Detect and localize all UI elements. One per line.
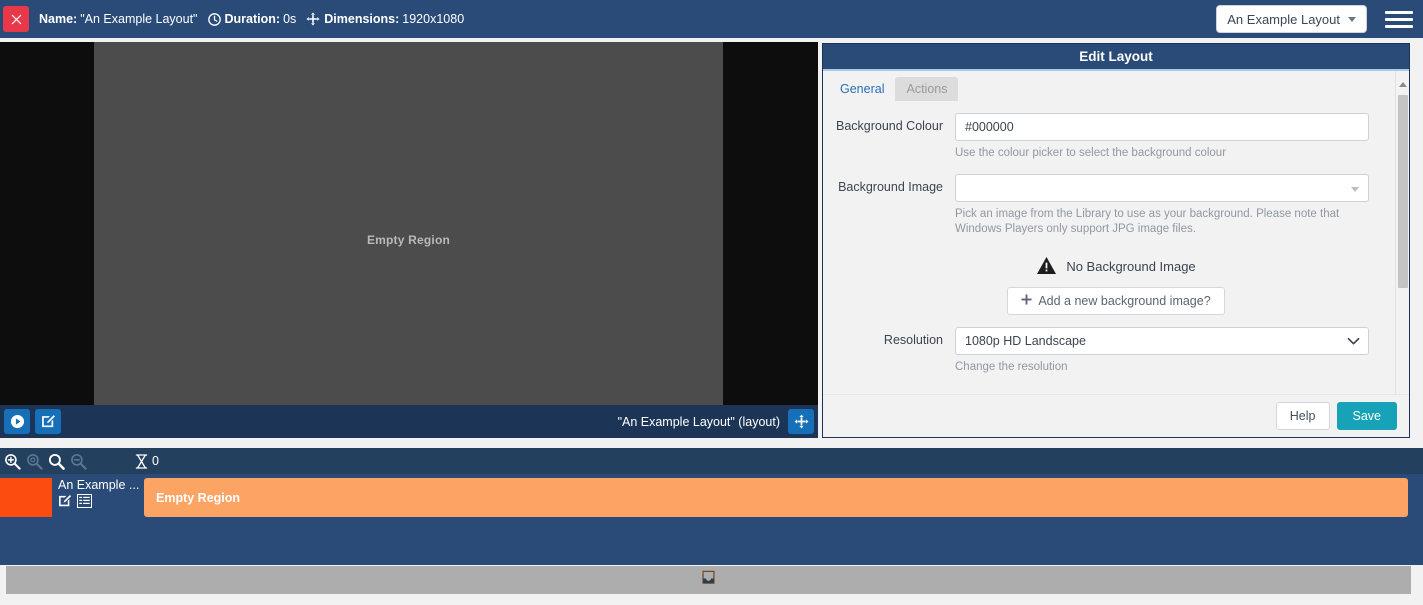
play-circle-icon[interactable] <box>4 409 30 434</box>
edit-layout-panel-body: General Actions Background Colour #00000… <box>823 71 1409 411</box>
edit-layout-tabs: General Actions <box>823 71 1409 101</box>
zoom-in-disabled-icon[interactable] <box>26 453 43 470</box>
resolution-help: Change the resolution <box>955 360 1068 373</box>
header-dimensions-value: 1920x1080 <box>402 12 465 26</box>
no-background-image-line: No Background Image <box>823 256 1409 278</box>
edit-panel-scrollbar[interactable] <box>1395 71 1409 411</box>
timeline-row-meta: An Example ... <box>58 478 142 508</box>
preview-layout-name: "An Example Layout" (layout) <box>617 414 780 429</box>
zoom-in-icon[interactable] <box>4 453 21 470</box>
background-image-select[interactable] <box>955 173 1369 202</box>
close-icon[interactable] <box>3 6 29 32</box>
hamburger-menu-icon[interactable] <box>1385 10 1413 28</box>
inbox-collapse-icon[interactable] <box>701 570 716 590</box>
background-image-label: Background Image <box>838 179 943 194</box>
edit-layout-panel: Edit Layout General Actions Background C… <box>822 43 1410 438</box>
timeline-colour-swatch <box>0 478 52 517</box>
warning-triangle-icon <box>1036 256 1057 278</box>
help-button[interactable]: Help <box>1275 402 1330 430</box>
edit-pencil-icon[interactable] <box>58 494 72 508</box>
tab-actions[interactable]: Actions <box>895 77 959 101</box>
timeline-row-icons <box>58 494 142 508</box>
add-background-image-label: Add a new background image? <box>1038 293 1211 308</box>
hourglass-icon <box>135 453 148 469</box>
edit-panel-footer: Help Save <box>823 394 1409 437</box>
edit-pencil-icon[interactable] <box>35 409 61 434</box>
header-duration-label: Duration: <box>224 12 281 26</box>
header-dimensions-group: Dimensions: 1920x1080 <box>306 12 464 26</box>
timeline-panel: 0 An Example ... Empty Region <box>0 448 1423 565</box>
header-name-group: Name: "An Example Layout" <box>39 12 198 26</box>
resolution-label: Resolution <box>883 332 943 347</box>
edit-layout-panel-title: Edit Layout <box>823 44 1409 71</box>
add-background-image-button[interactable]: Add a new background image? <box>1007 286 1225 315</box>
timeline-zoom-controls <box>4 453 87 470</box>
background-image-field-wrap: Pick an image from the Library to use as… <box>955 173 1369 238</box>
background-colour-field-wrap: #000000 Use the colour picker to select … <box>955 113 1369 162</box>
preview-empty-region[interactable]: Empty Region <box>94 42 723 438</box>
plus-icon <box>1021 294 1032 308</box>
scrollbar-thumb[interactable] <box>1398 95 1408 288</box>
header-name-value: "An Example Layout" <box>80 12 198 26</box>
search-icon[interactable] <box>48 453 65 470</box>
chevron-down-icon <box>1351 186 1359 192</box>
tab-general[interactable]: General <box>829 77 895 101</box>
header-duration-value: 0s <box>283 12 297 26</box>
resolution-field-wrap: 1080p HD Landscape Change the resolution <box>955 326 1369 376</box>
timeline-row-name: An Example ... <box>58 478 140 492</box>
background-colour-input[interactable]: #000000 <box>955 113 1369 141</box>
background-colour-row: Background Colour #000000 Use the colour… <box>823 113 1409 162</box>
layout-dropdown-button[interactable]: An Example Layout <box>1216 5 1367 33</box>
header-right-controls: An Example Layout <box>1216 5 1423 33</box>
list-icon[interactable] <box>77 494 92 508</box>
header-duration-group: Duration: 0s <box>207 12 297 26</box>
resolution-select[interactable]: 1080p HD Landscape <box>955 326 1369 355</box>
timeline-region-label: Empty Region <box>156 490 241 505</box>
scroll-up-arrow-icon[interactable] <box>1399 82 1407 87</box>
top-header-bar: Name: "An Example Layout" Duration: 0s D… <box>0 0 1423 38</box>
timeline-row: An Example ... Empty Region <box>0 474 1423 519</box>
timeline-toolbar: 0 <box>0 448 1423 474</box>
no-background-image-block: No Background Image Add a new background… <box>823 256 1409 315</box>
layout-dropdown-label: An Example Layout <box>1227 11 1340 27</box>
resolution-selected-value: 1080p HD Landscape <box>965 333 1086 348</box>
chevron-down-icon <box>1348 16 1356 22</box>
background-colour-help: Use the colour picker to select the back… <box>955 147 1227 159</box>
timeline-rows: An Example ... Empty Region <box>0 474 1423 565</box>
timeline-duration-group: 0 <box>135 453 159 469</box>
background-colour-label: Background Colour <box>835 119 943 133</box>
background-image-row: Background Image Pick an image from the … <box>823 173 1409 238</box>
no-background-image-text: No Background Image <box>1066 259 1196 275</box>
background-image-help: Pick an image from the Library to use as… <box>955 207 1340 236</box>
timeline-region-bar[interactable]: Empty Region <box>144 478 1408 517</box>
clock-icon <box>207 12 221 26</box>
chevron-down-icon <box>1347 336 1360 350</box>
header-dimensions-label: Dimensions: <box>324 12 400 26</box>
resolution-row: Resolution 1080p HD Landscape Change the… <box>823 326 1409 376</box>
preview-toolbar: "An Example Layout" (layout) <box>0 405 818 438</box>
bottom-collapse-bar[interactable] <box>6 566 1411 594</box>
zoom-out-icon[interactable] <box>70 453 87 470</box>
layout-preview-canvas[interactable]: Empty Region <box>0 42 818 438</box>
preview-region-label: Empty Region <box>366 233 451 247</box>
timeline-duration-value: 0 <box>152 454 159 468</box>
save-button[interactable]: Save <box>1336 402 1397 430</box>
header-name-label: Name: <box>39 12 78 26</box>
arrows-icon <box>306 12 320 26</box>
move-arrows-icon[interactable] <box>788 409 814 434</box>
